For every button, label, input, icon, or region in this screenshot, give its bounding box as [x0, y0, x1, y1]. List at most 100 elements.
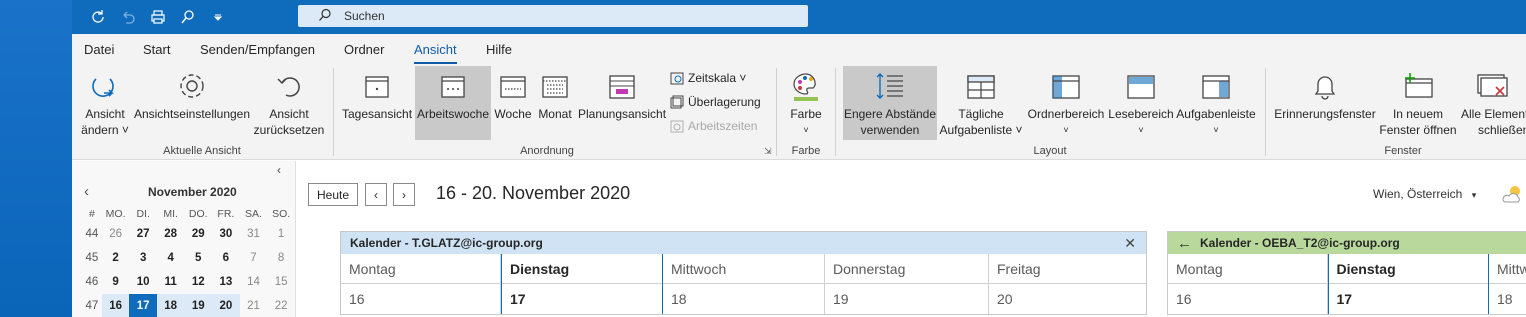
day-number: 18 — [1497, 291, 1513, 307]
sync-icon[interactable] — [88, 7, 108, 27]
tab-hilfe[interactable]: Hilfe — [486, 42, 512, 57]
open-in-new-window-button[interactable]: In neuem Fenster öffnen — [1378, 66, 1458, 140]
minical-weekday-header: FR. — [217, 208, 235, 220]
minical-day[interactable]: 13 — [212, 270, 240, 294]
previous-button[interactable]: ‹ — [365, 183, 387, 206]
minical-day[interactable]: 6 — [212, 246, 240, 270]
next-button[interactable]: › — [393, 183, 415, 206]
print-icon[interactable] — [148, 7, 168, 27]
minical-day[interactable]: 20 — [212, 294, 240, 317]
arrow-left-icon[interactable]: ← — [1177, 235, 1192, 252]
minical-day[interactable]: 16 — [101, 294, 130, 317]
tab-start[interactable]: Start — [143, 42, 170, 57]
reading-pane-icon — [1127, 75, 1155, 99]
month-button[interactable]: Monat — [534, 66, 576, 140]
minical-day[interactable]: 30 — [212, 222, 240, 246]
to-do-bar-button[interactable]: Aufgabenleiste ˅ — [1175, 66, 1257, 140]
customize-qat-icon[interactable] — [208, 7, 228, 27]
minical-day[interactable]: 10 — [129, 270, 156, 294]
day-column[interactable]: Donnerstag 19 — [825, 254, 989, 314]
minical-day[interactable]: 9 — [102, 270, 130, 294]
day-column[interactable]: Freitag 20 — [989, 254, 1146, 314]
minical-day[interactable]: 22 — [267, 294, 295, 317]
tab-datei[interactable]: Datei — [84, 42, 114, 57]
minical-day[interactable]: 19 — [184, 294, 213, 317]
minical-week-row: 44 26 27 28 29 30 31 1 — [82, 222, 295, 246]
minical-day[interactable]: 31 — [240, 222, 268, 246]
working-hours-button[interactable]: Arbeitszeiten — [670, 119, 757, 133]
reminders-window-button[interactable]: Erinnerungsfenster — [1272, 66, 1378, 140]
minical-day[interactable]: 1 — [267, 222, 295, 246]
minical-week-number: 47 — [85, 300, 99, 312]
compact-spacing-button[interactable]: Engere Abstände verwenden — [843, 66, 937, 140]
reading-pane-button[interactable]: Lesebereich ˅ — [1108, 66, 1174, 140]
minical-weekday-header: MI. — [163, 208, 178, 220]
minical-day[interactable]: 5 — [184, 246, 212, 270]
day-name: Freitag — [989, 254, 1146, 284]
overlay-button[interactable]: Überlagerung — [670, 95, 761, 109]
daily-task-list-icon — [967, 75, 995, 99]
day-column[interactable]: Dienstag 17 — [501, 254, 663, 314]
minical-day[interactable]: 4 — [157, 246, 185, 270]
minical-day[interactable]: 3 — [129, 246, 156, 270]
prev-month-icon[interactable]: ‹ — [84, 183, 89, 200]
minical-weekday-header: # — [88, 208, 95, 220]
minical-week-number: 44 — [85, 228, 99, 240]
dialog-launcher-icon[interactable]: ⇲ — [764, 146, 772, 157]
tab-ansicht[interactable]: Ansicht — [414, 42, 457, 64]
search-input[interactable]: Suchen — [298, 5, 808, 27]
minical-day[interactable]: 21 — [240, 294, 268, 317]
minical-day[interactable]: 28 — [157, 222, 185, 246]
day-column[interactable]: Montag 16 — [341, 254, 501, 314]
search-icon[interactable] — [178, 7, 198, 27]
change-view-button[interactable]: Ansicht ändern ˅ — [78, 66, 132, 140]
tab-ordner[interactable]: Ordner — [344, 42, 384, 57]
group-separator — [776, 68, 777, 156]
minical-day[interactable]: 2 — [102, 246, 130, 270]
spacing-icon — [876, 73, 903, 99]
undo-icon[interactable] — [118, 7, 138, 27]
daily-task-list-button[interactable]: Tägliche Aufgabenliste ˅ — [938, 66, 1024, 140]
schedule-view-button[interactable]: Planungsansicht — [577, 66, 667, 140]
minical-month-title: November 2020 — [148, 185, 237, 199]
minical-day[interactable]: 29 — [184, 222, 212, 246]
chevron-down-icon: ˅ — [1213, 125, 1219, 135]
day-column[interactable]: Dienstag 17 — [1327, 254, 1489, 314]
day-view-button[interactable]: Tagesansicht — [342, 66, 412, 140]
reset-view-button[interactable]: Ansicht zurücksetzen — [254, 66, 324, 140]
close-icon[interactable]: ✕ — [1124, 235, 1136, 252]
tab-senden-empfangen[interactable]: Senden/Empfangen — [200, 42, 315, 57]
color-button[interactable]: Farbe ˅ — [782, 66, 830, 140]
time-scale-dropdown[interactable]: Zeitskala ˅ — [670, 71, 746, 85]
day-column[interactable]: Mittwoch 18 — [1489, 254, 1526, 314]
collapse-pane-icon[interactable]: ‹ — [277, 163, 281, 177]
day-name: Mittwoch — [663, 254, 824, 284]
close-all-items-button[interactable]: Alle Elemente schließen — [1458, 66, 1526, 140]
calendar-work-week-icon — [441, 76, 465, 98]
minical-day[interactable]: 8 — [267, 246, 295, 270]
today-button[interactable]: Heute — [308, 183, 358, 206]
minical-day[interactable]: 17 — [129, 294, 157, 317]
group-label-anordnung: Anordnung — [520, 145, 574, 157]
day-column[interactable]: Mittwoch 18 — [663, 254, 825, 314]
working-hours-icon — [670, 120, 684, 133]
folder-pane-button[interactable]: Ordnerbereich ˅ — [1027, 66, 1105, 140]
group-label-aktuelle-ansicht: Aktuelle Ansicht — [163, 145, 241, 157]
work-week-button[interactable]: Arbeitswoche — [415, 66, 491, 140]
weather-location-dropdown[interactable]: Wien, Österreich ▾ — [1373, 187, 1476, 201]
minical-day[interactable]: 12 — [184, 270, 212, 294]
group-separator — [835, 68, 836, 156]
day-column[interactable]: Montag 16 — [1168, 254, 1328, 314]
view-settings-button[interactable]: Ansichtseinstellungen — [132, 66, 252, 140]
minical-day[interactable]: 27 — [129, 222, 156, 246]
minical-day[interactable]: 26 — [102, 222, 130, 246]
week-button[interactable]: Woche — [493, 66, 533, 140]
minical-day[interactable]: 14 — [240, 270, 268, 294]
minical-day[interactable]: 15 — [267, 270, 295, 294]
minical-day[interactable]: 18 — [156, 294, 185, 317]
calendar-tglatz: Kalender - T.GLATZ@ic-group.org ✕ Montag… — [340, 231, 1147, 315]
minical-day[interactable]: 7 — [240, 246, 268, 270]
day-number: 19 — [833, 291, 849, 307]
chevron-down-icon: ˅ — [803, 125, 809, 135]
minical-day[interactable]: 11 — [157, 270, 185, 294]
